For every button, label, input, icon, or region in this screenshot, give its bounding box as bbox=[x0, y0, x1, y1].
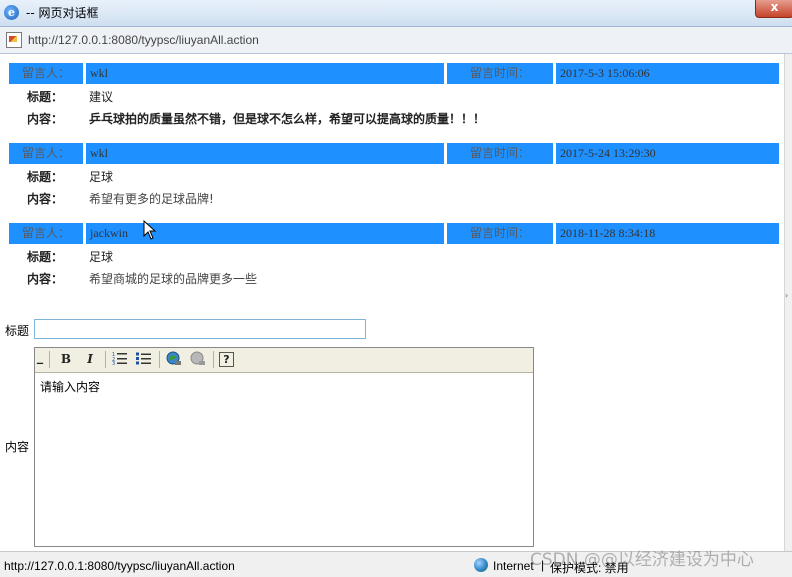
message-item: 留言人： wkl 留言时间： 2017-5-24 13:29:30 标题： 足球… bbox=[9, 143, 779, 208]
subject-label: 标题： bbox=[27, 250, 64, 264]
author-label: 留言人： bbox=[9, 63, 83, 84]
message-item: 留言人： jackwin 留言时间： 2018-11-28 8:34:18 标题… bbox=[9, 223, 779, 288]
window-title: -- 网页对话框 bbox=[26, 6, 99, 20]
unordered-list-icon bbox=[136, 352, 151, 365]
page-content: 留言人： wkl 留言时间： 2017-5-3 15:06:06 标题： 建议 … bbox=[0, 54, 784, 551]
time-value: 2017-5-3 15:06:06 bbox=[556, 63, 779, 84]
subject-row: 标题： 足球 bbox=[9, 244, 779, 266]
svg-text:3: 3 bbox=[112, 361, 115, 365]
subject-value: 足球 bbox=[89, 170, 114, 184]
author-value: wkl bbox=[86, 143, 444, 164]
author-label: 留言人： bbox=[9, 143, 83, 164]
subject-row: 标题： 足球 bbox=[9, 164, 779, 186]
content-row: 内容： 希望有更多的足球品牌! bbox=[9, 186, 779, 208]
time-label: 留言时间： bbox=[447, 63, 553, 84]
italic-button[interactable]: I bbox=[81, 351, 99, 368]
ie-icon: e bbox=[4, 5, 19, 20]
page-icon bbox=[6, 32, 22, 48]
time-label: 留言时间： bbox=[447, 143, 553, 164]
content-label: 内容： bbox=[27, 272, 64, 286]
bold-button[interactable]: B bbox=[57, 351, 75, 368]
content-field-label: 内容 bbox=[5, 440, 30, 454]
subject-value: 建议 bbox=[89, 90, 114, 104]
mouse-cursor-icon bbox=[143, 220, 157, 240]
message-header: 留言人： wkl 留言时间： 2017-5-24 13:29:30 bbox=[9, 143, 779, 164]
title-input[interactable] bbox=[34, 319, 366, 339]
content-row: 内容： 希望商城的足球的品牌更多一些 bbox=[9, 266, 779, 288]
vertical-scrollbar[interactable]: › bbox=[784, 54, 792, 551]
message-item: 留言人： wkl 留言时间： 2017-5-3 15:06:06 标题： 建议 … bbox=[9, 63, 779, 128]
security-zone: Internet bbox=[493, 559, 534, 573]
toolbar-separator bbox=[213, 351, 214, 368]
address-url[interactable]: http://127.0.0.1:8080/tyypsc/liuyanAll.a… bbox=[28, 33, 259, 47]
time-label: 留言时间： bbox=[447, 223, 553, 244]
status-bar: http://127.0.0.1:8080/tyypsc/liuyanAll.a… bbox=[0, 551, 792, 577]
address-bar: http://127.0.0.1:8080/tyypsc/liuyanAll.a… bbox=[0, 27, 792, 54]
scroll-arrow-icon[interactable]: › bbox=[785, 291, 788, 300]
time-value: 2017-5-24 13:29:30 bbox=[556, 143, 779, 164]
content-label: 内容： bbox=[27, 112, 64, 126]
title-field-label: 标题 bbox=[5, 324, 30, 338]
toolbar-separator bbox=[105, 351, 106, 368]
globe-unlink-icon bbox=[190, 351, 205, 365]
protected-mode-status[interactable]: 保护模式: 禁用 bbox=[550, 559, 629, 576]
content-value: 希望商城的足球的品牌更多一些 bbox=[89, 272, 258, 286]
subject-value: 足球 bbox=[89, 250, 114, 264]
close-button[interactable]: x bbox=[755, 0, 792, 18]
window-title-bar: e -- 网页对话框 x bbox=[0, 0, 792, 27]
toolbar-separator bbox=[159, 351, 160, 368]
ordered-list-icon: 1 2 3 bbox=[112, 352, 127, 367]
message-header: 留言人： jackwin 留言时间： 2018-11-28 8:34:18 bbox=[9, 223, 779, 244]
help-button[interactable]: ? bbox=[219, 352, 234, 367]
insert-link-button[interactable] bbox=[165, 351, 183, 368]
status-url: http://127.0.0.1:8080/tyypsc/liuyanAll.a… bbox=[4, 559, 235, 573]
toolbar-separator bbox=[49, 351, 50, 368]
subject-row: 标题： 建议 bbox=[9, 84, 779, 106]
remove-link-button[interactable] bbox=[189, 351, 207, 368]
author-value: wkl bbox=[86, 63, 444, 84]
author-value: jackwin bbox=[86, 223, 444, 244]
content-label: 内容： bbox=[27, 192, 64, 206]
toolbar-collapse-icon[interactable]: ▁ bbox=[35, 351, 45, 368]
editor-toolbar: ▁ B I 1 2 3 ? bbox=[35, 348, 533, 373]
content-row: 内容： 乒乓球拍的质量虽然不错，但是球不怎么样，希望可以提高球的质量！！！ bbox=[9, 106, 779, 128]
rich-text-editor[interactable]: ▁ B I 1 2 3 ? 请输入内容 bbox=[34, 347, 534, 547]
status-separator: | bbox=[541, 558, 545, 572]
author-label: 留言人： bbox=[9, 223, 83, 244]
ordered-list-button[interactable]: 1 2 3 bbox=[111, 351, 129, 368]
subject-label: 标题： bbox=[27, 170, 64, 184]
unordered-list-button[interactable] bbox=[135, 351, 153, 368]
internet-zone-icon bbox=[474, 558, 488, 572]
subject-label: 标题： bbox=[27, 90, 64, 104]
globe-link-icon bbox=[166, 351, 181, 365]
message-header: 留言人： wkl 留言时间： 2017-5-3 15:06:06 bbox=[9, 63, 779, 84]
content-value: 乒乓球拍的质量虽然不错，但是球不怎么样，希望可以提高球的质量！！！ bbox=[89, 112, 486, 126]
time-value: 2018-11-28 8:34:18 bbox=[556, 223, 779, 244]
editor-content[interactable]: 请输入内容 bbox=[40, 378, 100, 395]
content-value: 希望有更多的足球品牌! bbox=[89, 192, 214, 206]
